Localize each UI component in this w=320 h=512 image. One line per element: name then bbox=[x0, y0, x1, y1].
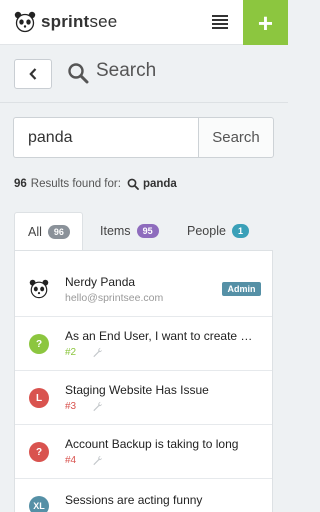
item-ref: #3 bbox=[65, 401, 77, 412]
results-label: Results found for: bbox=[30, 178, 121, 190]
tab-all[interactable]: All 96 bbox=[14, 212, 83, 251]
item-title: Staging Website Has Issue bbox=[65, 383, 209, 397]
wrench-icon bbox=[93, 455, 103, 466]
result-tabs: All 96 Items 95 People 1 bbox=[14, 212, 273, 251]
list-item[interactable]: L Staging Website Has Issue #3 bbox=[15, 371, 272, 425]
panda-avatar-icon bbox=[29, 279, 49, 299]
item-title: Account Backup is taking to long bbox=[65, 437, 239, 451]
tab-count-badge: 96 bbox=[47, 225, 70, 239]
search-icon bbox=[68, 63, 89, 84]
person-name: Nerdy Panda bbox=[65, 275, 136, 289]
top-bar: sprintsee + bbox=[0, 0, 288, 45]
wrench-icon bbox=[93, 347, 103, 358]
list-item-person[interactable]: Nerdy Panda hello@sprintsee.com Admin bbox=[15, 251, 272, 317]
item-ref: #4 bbox=[65, 455, 77, 466]
menu-icon[interactable] bbox=[212, 15, 228, 29]
item-avatar: L bbox=[29, 388, 49, 408]
tab-count-badge: 1 bbox=[231, 224, 249, 238]
chevron-left-icon bbox=[29, 68, 37, 80]
results-list: Nerdy Panda hello@sprintsee.com Admin ? … bbox=[14, 250, 273, 512]
item-ref: #2 bbox=[65, 347, 77, 358]
item-avatar: XL bbox=[29, 496, 49, 512]
panda-logo-icon bbox=[14, 11, 36, 33]
item-avatar: ? bbox=[29, 334, 49, 354]
results-summary: 96 Results found for: panda bbox=[14, 178, 177, 190]
item-title: Sessions are acting funny bbox=[65, 493, 203, 507]
search-header: Search bbox=[0, 45, 288, 103]
search-input[interactable] bbox=[13, 117, 198, 158]
role-badge: Admin bbox=[222, 282, 261, 296]
page-title: Search bbox=[96, 60, 157, 81]
list-item[interactable]: ? As an End User, I want to create … #2 bbox=[15, 317, 272, 371]
tab-count-badge: 95 bbox=[136, 224, 159, 238]
logo[interactable]: sprintsee bbox=[14, 11, 117, 33]
tab-label: All bbox=[28, 225, 42, 239]
tab-items[interactable]: Items 95 bbox=[100, 212, 159, 250]
item-avatar: ? bbox=[29, 442, 49, 462]
results-count: 96 bbox=[14, 178, 27, 190]
tab-label: People bbox=[187, 224, 226, 238]
search-bar: Search bbox=[13, 117, 274, 158]
results-term: panda bbox=[142, 178, 177, 190]
list-item[interactable]: ? Account Backup is taking to long #4 bbox=[15, 425, 272, 479]
back-button[interactable] bbox=[14, 59, 52, 89]
tab-label: Items bbox=[100, 224, 131, 238]
person-email: hello@sprintsee.com bbox=[65, 292, 164, 304]
add-button[interactable]: + bbox=[243, 0, 288, 45]
item-title: As an End User, I want to create … bbox=[65, 329, 253, 343]
list-item[interactable]: XL Sessions are acting funny bbox=[15, 479, 272, 512]
wrench-icon bbox=[93, 401, 103, 412]
search-button[interactable]: Search bbox=[198, 117, 274, 158]
brand-name: sprintsee bbox=[41, 12, 118, 31]
tab-people[interactable]: People 1 bbox=[187, 212, 249, 250]
search-icon bbox=[127, 178, 139, 190]
